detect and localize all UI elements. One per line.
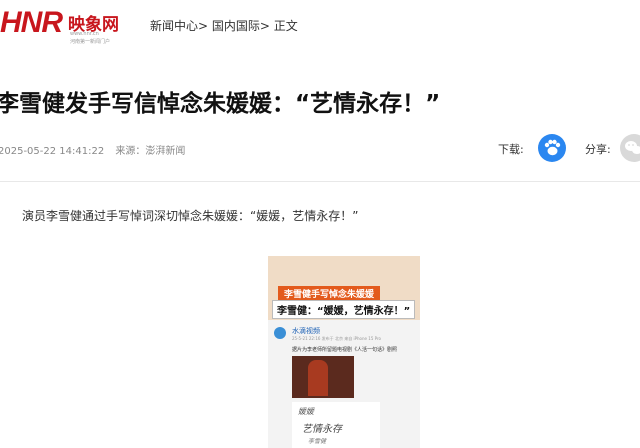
handwritten-line-1: 媛媛 [298, 407, 314, 416]
header-divider [0, 181, 640, 182]
post-date: 25-5-21 22:16 发布于 北京 来自 iPhone 15 Pro [292, 336, 381, 341]
breadcrumb-domestic-intl[interactable]: 国内国际> [212, 19, 270, 33]
image-caption-headline: 李雪健：“媛媛，艺情永存！” [272, 300, 416, 319]
post-account-name: 水滴视频 [292, 327, 320, 335]
article-image[interactable]: 李雪健手写悼念朱媛媛 李雪健：“媛媛，艺情永存！” 水滴视频 25-5-21 2… [268, 256, 420, 448]
handwritten-line-3: 李雪健 [308, 438, 327, 445]
site-logo-mark[interactable]: HNR [0, 6, 63, 40]
site-logo-slogan: 河南第一新闻门户 [70, 39, 111, 45]
article-source: 来源：澎湃新闻 [115, 146, 186, 157]
handwritten-line-2: 艺情永存 [302, 424, 342, 435]
post-photo-figure [308, 360, 328, 396]
article-title: 李雪健发手写信悼念朱媛媛：“艺情永存！” [0, 91, 441, 117]
download-label: 下载: [498, 143, 524, 156]
image-caption-tag: 李雪健手写悼念朱媛媛 [278, 286, 381, 301]
site-logo-url: www.hnr.cn [70, 31, 99, 37]
wechat-icon[interactable] [620, 134, 640, 162]
article-datetime: 2025-05-22 14:41:22 [0, 146, 105, 157]
share-label: 分享: [585, 143, 611, 156]
breadcrumb-current: 正文 [273, 19, 298, 33]
article-lead: 演员李雪健通过手写悼词深切悼念朱媛媛：“媛媛，艺情永存！” [22, 209, 359, 223]
post-text: 据片为李老师所留题电视剧《人活一句话》剧照 [292, 347, 398, 353]
breadcrumb: 新闻中心> 国内国际> 正文 [150, 17, 298, 34]
site-header: HNR 映象网 www.hnr.cn 河南第一新闻门户 新闻中心> 国内国际> … [0, 0, 640, 52]
avatar [274, 327, 286, 339]
breadcrumb-news-center[interactable]: 新闻中心> [150, 19, 208, 33]
paw-app-icon[interactable] [538, 134, 566, 162]
article-meta: 2025-05-22 14:41:22 来源：澎湃新闻 [0, 142, 185, 157]
